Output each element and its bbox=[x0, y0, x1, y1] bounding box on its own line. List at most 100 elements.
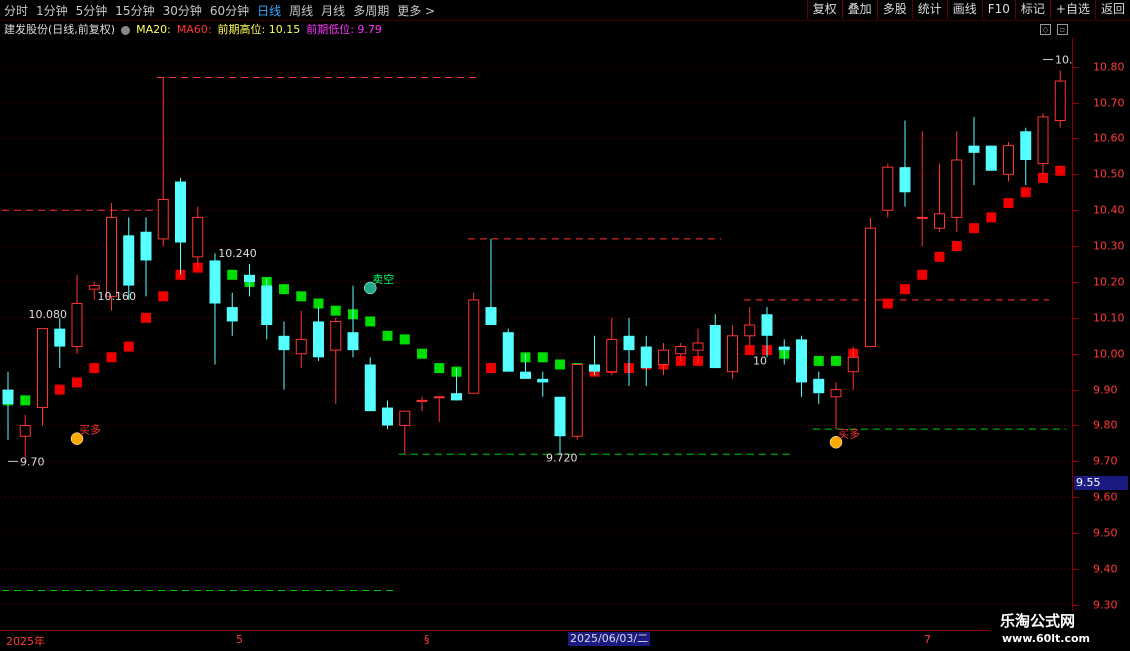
candle-body-down bbox=[709, 325, 721, 369]
section-marker: § bbox=[424, 633, 430, 646]
tab-period-6[interactable]: 日线 bbox=[257, 2, 281, 19]
toolbar-button-0[interactable]: 复权 bbox=[806, 0, 842, 19]
candle-body-up bbox=[1003, 145, 1014, 175]
candle-body-up bbox=[71, 303, 83, 348]
buy-signal-label: 买多 bbox=[838, 426, 860, 440]
toolbar-button-3[interactable]: 统计 bbox=[911, 0, 947, 19]
ma-block bbox=[917, 269, 928, 280]
stock-title[interactable]: 建发股份(日线,前复权) bbox=[4, 21, 115, 37]
prev-high-label: 前期高位: 10.15 bbox=[217, 23, 301, 36]
ma-block bbox=[986, 212, 997, 223]
candle-body-down bbox=[261, 285, 273, 326]
tab-period-3[interactable]: 15分钟 bbox=[115, 2, 154, 19]
tab-period-9[interactable]: 多周期 bbox=[353, 2, 389, 19]
axis-label: 10.50 bbox=[1093, 167, 1125, 181]
tab-period-7[interactable]: 周线 bbox=[289, 2, 313, 19]
ma-block bbox=[123, 341, 134, 352]
candle-body-down bbox=[537, 378, 549, 383]
candle-body-up bbox=[416, 399, 428, 402]
axis-label: 9.40 bbox=[1093, 562, 1118, 576]
candle-body-down bbox=[347, 332, 359, 351]
ma-block bbox=[934, 251, 945, 262]
ma60-label: MA60: bbox=[176, 22, 212, 36]
candle-body-down bbox=[485, 307, 497, 326]
diamond-icon[interactable]: ◇ bbox=[1040, 24, 1051, 35]
watermark-title: 乐淘公式网 bbox=[1000, 612, 1076, 630]
ma-block bbox=[296, 291, 307, 302]
axis-tick bbox=[1073, 353, 1079, 355]
candle-body-up bbox=[727, 335, 738, 373]
price-annotation: 9.720 bbox=[546, 451, 578, 464]
candle-body-down bbox=[175, 181, 186, 243]
ma-block bbox=[900, 284, 910, 295]
time-axis: 2025年 5 § 2025/06/03/二 7 bbox=[0, 630, 990, 651]
candle-body-up bbox=[433, 396, 445, 399]
candle-body-up bbox=[106, 216, 117, 297]
year-label: 2025年 bbox=[6, 635, 45, 648]
candle-body-down bbox=[244, 274, 255, 282]
toolbar-button-5[interactable]: F10 bbox=[981, 0, 1015, 19]
candle-body-up bbox=[192, 216, 204, 258]
price-axis: 10.80 10.70 10.60 10.50 10.40 10.30 10.20 10.10… bbox=[1072, 38, 1130, 630]
tab-period-10[interactable]: 更多 > bbox=[397, 2, 435, 19]
axis-label: 10.10 bbox=[1093, 311, 1125, 325]
price-annotation: 9.70 bbox=[20, 455, 45, 468]
axis-label: 9.80 bbox=[1093, 418, 1118, 432]
ma-block bbox=[813, 355, 824, 366]
tab-period-2[interactable]: 5分钟 bbox=[76, 2, 108, 19]
ma-block bbox=[330, 305, 341, 316]
tab-period-0[interactable]: 分时 bbox=[4, 2, 28, 19]
ma-block bbox=[1055, 165, 1066, 176]
candle-body-up bbox=[847, 356, 859, 373]
axis-label: 10.70 bbox=[1093, 96, 1125, 110]
tab-period-5[interactable]: 60分钟 bbox=[210, 2, 249, 19]
buy-signal-label: 买多 bbox=[79, 423, 101, 437]
chart-window-controls: ◇ ▫ bbox=[1034, 24, 1068, 35]
candle-body-down bbox=[123, 235, 135, 286]
candle-body-up bbox=[1037, 116, 1049, 165]
candle-body-down bbox=[502, 332, 514, 372]
axis-label: 10.20 bbox=[1093, 275, 1125, 289]
ma-block bbox=[106, 352, 117, 363]
toolbar-button-7[interactable]: +自选 bbox=[1049, 0, 1095, 19]
tab-period-4[interactable]: 30分钟 bbox=[163, 2, 202, 19]
axis-tick bbox=[1073, 533, 1079, 535]
axis-tick bbox=[1073, 604, 1079, 606]
axis-label: 9.60 bbox=[1093, 490, 1118, 504]
candle-body-up bbox=[606, 338, 618, 373]
toolbar-button-1[interactable]: 叠加 bbox=[841, 0, 877, 19]
axis-tick bbox=[1073, 138, 1079, 140]
candle-body-up bbox=[1054, 80, 1066, 122]
month-label-5: 5 bbox=[236, 633, 243, 646]
watermark-url: www.60lt.com bbox=[1002, 632, 1091, 645]
toolbar-button-4[interactable]: 画线 bbox=[946, 0, 982, 19]
axis-label: 9.90 bbox=[1093, 383, 1118, 397]
axis-label: 10.00 bbox=[1093, 347, 1125, 361]
candle-body-down bbox=[364, 364, 376, 412]
tab-period-8[interactable]: 月线 bbox=[321, 2, 345, 19]
restore-icon[interactable]: ▫ bbox=[1057, 24, 1068, 35]
candle-body-down bbox=[1020, 131, 1032, 160]
toolbar-button-8[interactable]: 返回 bbox=[1094, 0, 1130, 19]
price-annotation: 10.82 bbox=[1055, 54, 1072, 67]
axis-tick bbox=[1073, 317, 1079, 319]
price-annotation: 10.240 bbox=[218, 247, 257, 260]
tab-period-1[interactable]: 1分钟 bbox=[36, 2, 68, 19]
gear-icon[interactable] bbox=[121, 25, 131, 35]
candle-body-up bbox=[571, 363, 583, 437]
sell-signal-label: 卖空 bbox=[372, 272, 394, 286]
candle-body-down bbox=[899, 167, 911, 193]
candlestick-chart[interactable]: 9.70 10.080 10.160 10.240 9.720 10 10.82 买多 卖空买多 bbox=[0, 38, 1072, 630]
candle-body-down bbox=[589, 364, 600, 372]
candle-body-up bbox=[675, 346, 687, 355]
ma-block bbox=[365, 316, 376, 327]
candle-body-up bbox=[468, 299, 480, 394]
period-tabs: 分时 1分钟 5分钟 15分钟 30分钟 60分钟 日线 周线 月线 多周期 更多 > bbox=[4, 0, 443, 20]
axis-label: 9.70 bbox=[1093, 454, 1118, 468]
candle-body-up bbox=[37, 328, 48, 409]
candle-body-up bbox=[692, 342, 704, 351]
axis-tick bbox=[1073, 497, 1079, 499]
toolbar-button-6[interactable]: 标记 bbox=[1014, 0, 1050, 19]
toolbar-button-2[interactable]: 多股 bbox=[876, 0, 912, 19]
candle-body-down bbox=[313, 321, 324, 358]
